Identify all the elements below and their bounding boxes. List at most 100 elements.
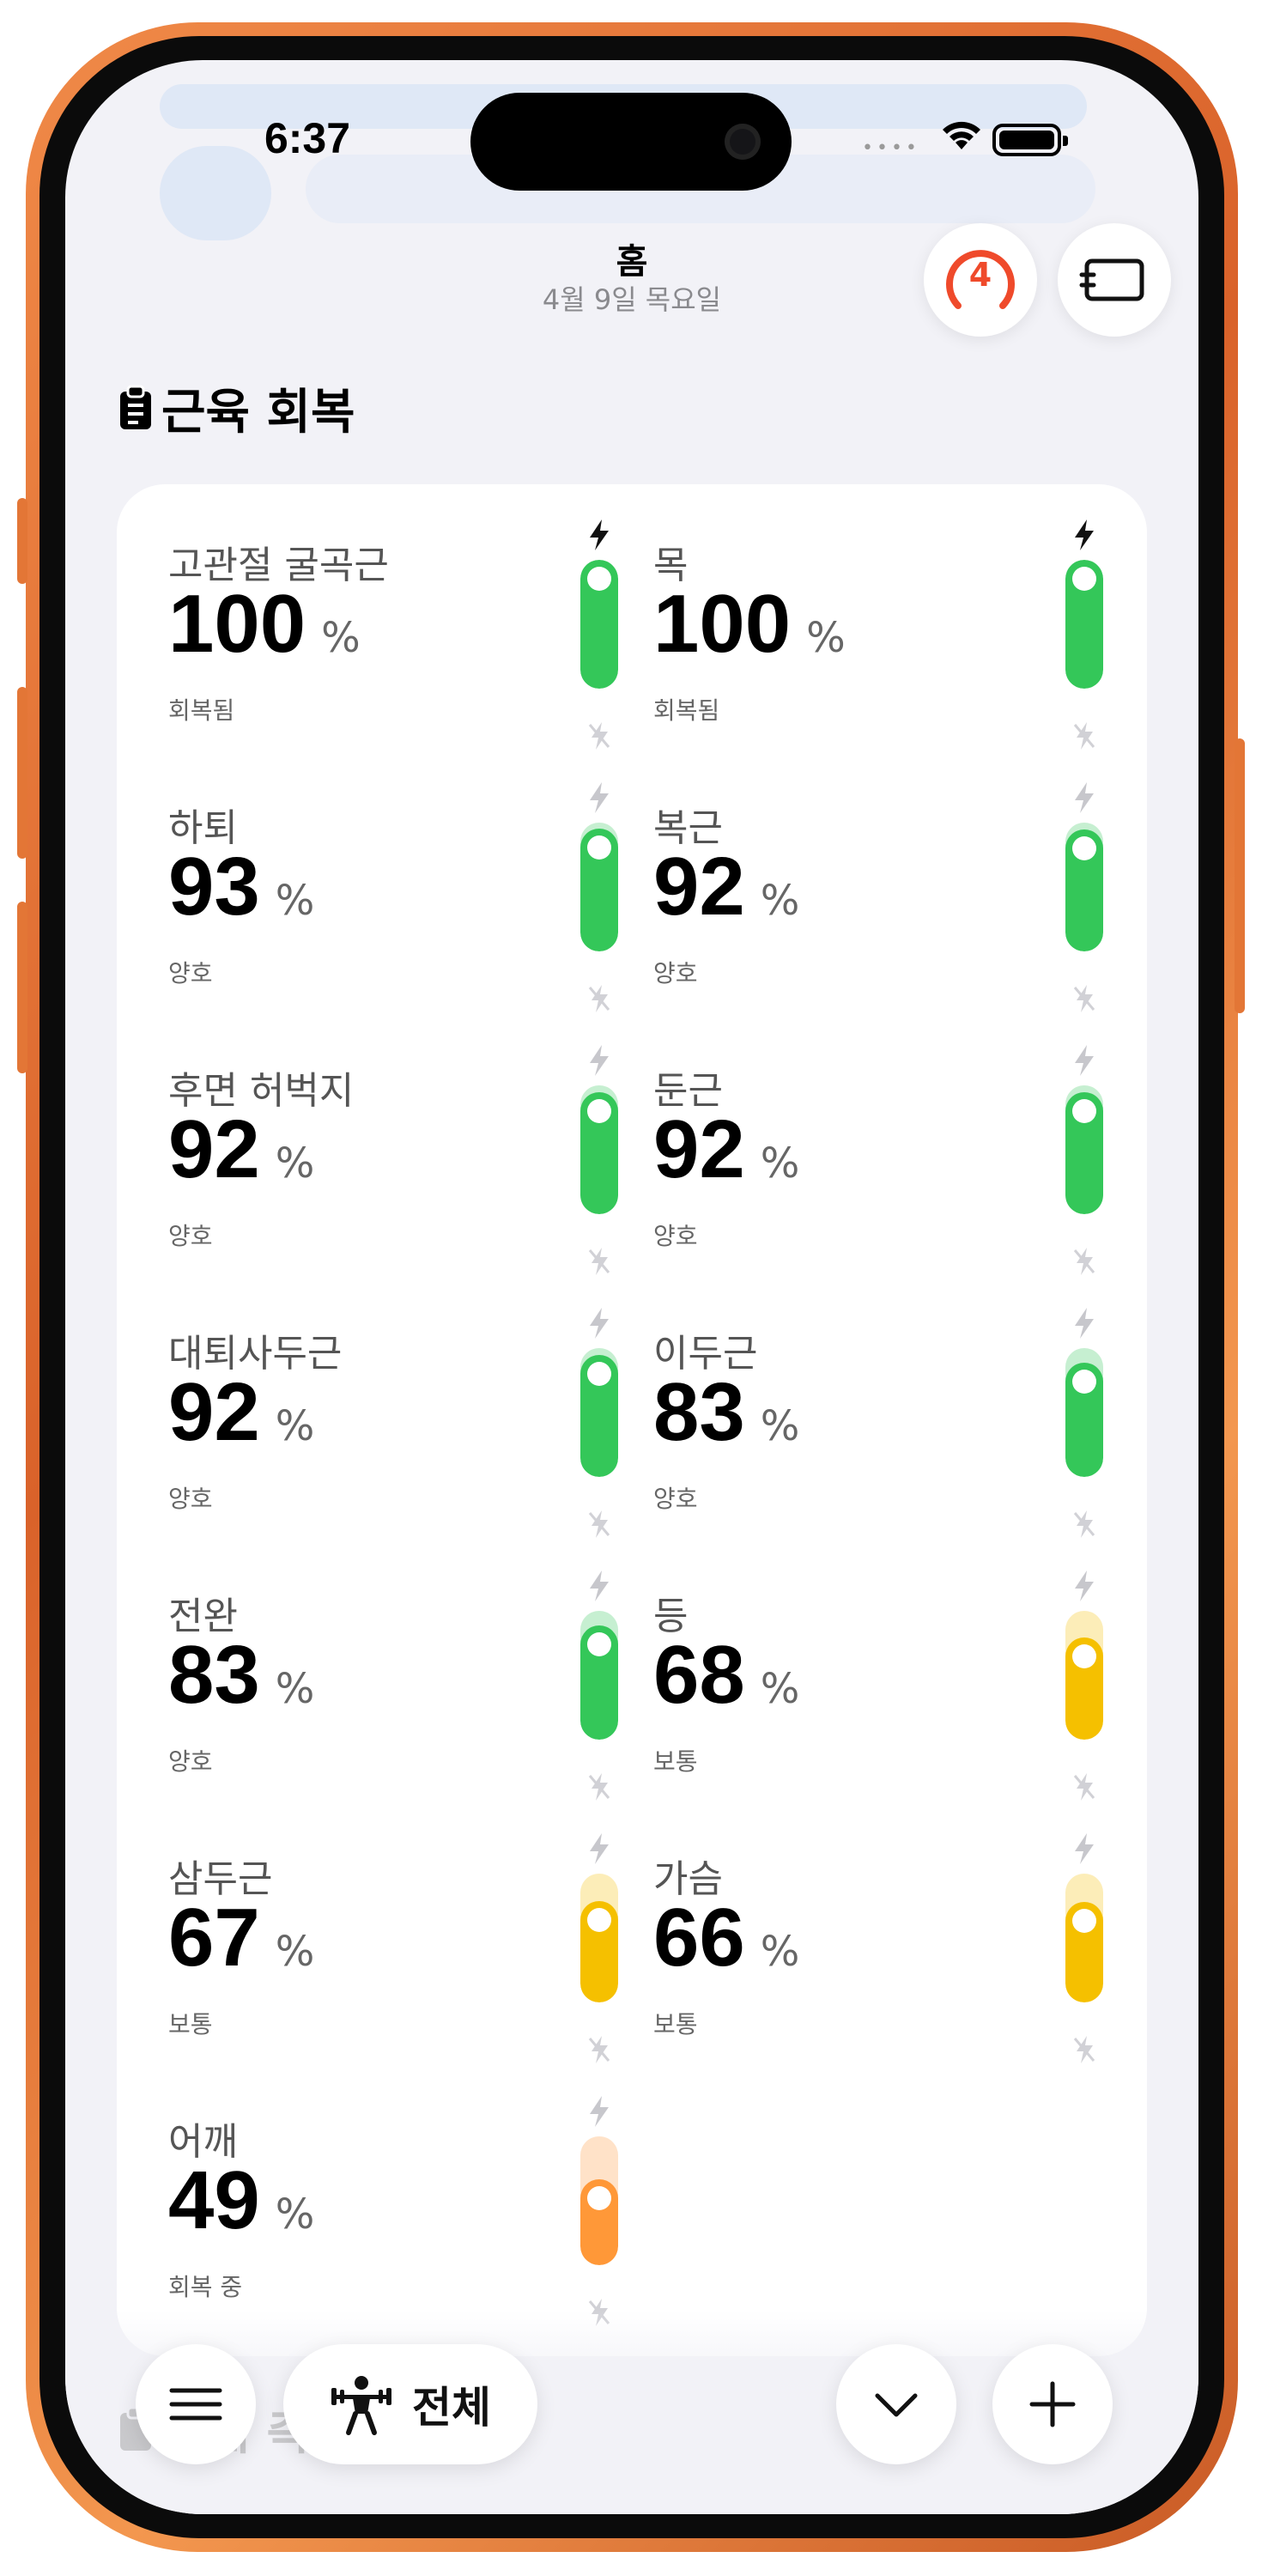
- recovery-bar: [580, 1298, 618, 1547]
- bolt-icon: [590, 519, 609, 550]
- bolt-slash-icon: [1073, 2036, 1095, 2063]
- recovery-status: 양호: [168, 1222, 213, 1250]
- recovery-percent: 49: [168, 2154, 260, 2246]
- action-button: [17, 498, 27, 584]
- bolt-icon: [590, 1833, 609, 1864]
- status-icons: ••••: [862, 113, 1137, 165]
- page-title: 홈: [616, 242, 648, 282]
- collapse-button[interactable]: [836, 2344, 956, 2464]
- percent-unit: %: [760, 877, 800, 925]
- recovery-percent: 92: [168, 1103, 260, 1195]
- recovery-bar: [1065, 1824, 1103, 2073]
- recovery-track: [580, 1085, 618, 1214]
- recovery-bar: [580, 1824, 618, 2073]
- layout-button[interactable]: [1058, 223, 1171, 337]
- muscle-value: 83%: [653, 1365, 799, 1460]
- filter-label: 전체: [412, 2383, 491, 2433]
- bolt-slash-icon: [1073, 722, 1095, 750]
- recovery-percent: 92: [653, 841, 745, 933]
- muscle-value: 100%: [168, 577, 361, 671]
- percent-unit: %: [275, 877, 315, 925]
- recovery-track: [1065, 1085, 1103, 1214]
- muscle-item[interactable]: 하퇴 93% 양호: [168, 773, 649, 1030]
- menu-button[interactable]: [136, 2344, 256, 2464]
- muscle-value: 49%: [168, 2154, 314, 2248]
- badge-count: 4: [968, 256, 992, 294]
- muscle-item[interactable]: 고관절 굴곡근 100% 회복됨: [168, 510, 649, 768]
- recovery-knob: [587, 567, 611, 591]
- bolt-icon: [1075, 1571, 1094, 1601]
- muscle-item[interactable]: 어깨 49% 회복 중: [168, 2087, 649, 2344]
- muscle-item[interactable]: 대퇴사두근 92% 양호: [168, 1298, 649, 1556]
- percent-unit: %: [275, 1139, 315, 1188]
- percent-unit: %: [321, 614, 361, 662]
- bolt-icon: [590, 2096, 609, 2127]
- recovery-percent: 67: [168, 1892, 260, 1984]
- bolt-slash-icon: [1073, 1773, 1095, 1801]
- muscle-item[interactable]: 가슴 66% 보통: [653, 1824, 1134, 2081]
- bolt-slash-icon: [588, 722, 610, 750]
- bolt-icon: [590, 1308, 609, 1339]
- muscle-item[interactable]: 둔근 92% 양호: [653, 1036, 1134, 1293]
- recovery-bar: [1065, 1298, 1103, 1547]
- muscle-value: 66%: [653, 1891, 799, 1985]
- bolt-icon: [1075, 1833, 1094, 1864]
- bolt-slash-icon: [1073, 1510, 1095, 1538]
- recovery-knob: [587, 1908, 611, 1932]
- muscle-item[interactable]: 삼두근 67% 보통: [168, 1824, 649, 2081]
- add-button[interactable]: [992, 2344, 1113, 2464]
- recovery-status: 회복됨: [168, 696, 235, 725]
- muscle-item[interactable]: 복근 92% 양호: [653, 773, 1134, 1030]
- recovery-knob: [1072, 567, 1096, 591]
- bolt-slash-icon: [588, 1248, 610, 1275]
- recovery-knob: [1072, 1370, 1096, 1394]
- muscle-item[interactable]: 목 100% 회복됨: [653, 510, 1134, 768]
- muscle-item[interactable]: 후면 허벅지 92% 양호: [168, 1036, 649, 1293]
- recovery-percent: 66: [653, 1892, 745, 1984]
- recovery-track: [580, 1348, 618, 1477]
- muscle-value: 67%: [168, 1891, 314, 1985]
- chevron-down-icon: [875, 2393, 918, 2417]
- bolt-slash-icon: [588, 985, 610, 1012]
- muscle-item[interactable]: 전완 83% 양호: [168, 1561, 649, 1819]
- recovery-percent: 100: [653, 578, 792, 670]
- bolt-icon: [590, 782, 609, 813]
- muscle-item[interactable]: 이두근 83% 양호: [653, 1298, 1134, 1556]
- recovery-knob: [587, 1099, 611, 1123]
- battery-icon: [992, 124, 1068, 156]
- recovery-status: 회복 중: [168, 2273, 243, 2301]
- layout-icon: [1079, 258, 1144, 301]
- recovery-track: [1065, 823, 1103, 951]
- muscle-recovery-card[interactable]: 고관절 굴곡근 100% 회복됨 목 100% 회복됨 하퇴 93% 양호 복근 92% 양호: [117, 484, 1147, 2356]
- muscle-value: 92%: [653, 1103, 799, 1197]
- weightlifter-icon: [331, 2376, 391, 2435]
- recovery-track: [580, 823, 618, 951]
- recovery-percent: 100: [168, 578, 306, 670]
- power-button: [1235, 738, 1245, 1013]
- recovery-knob: [587, 1632, 611, 1656]
- bolt-slash-icon: [588, 2036, 610, 2063]
- recovery-track: [1065, 1611, 1103, 1740]
- bolt-slash-icon: [588, 1510, 610, 1538]
- recovery-percent: 68: [653, 1629, 745, 1721]
- bolt-icon: [590, 1045, 609, 1076]
- bolt-icon: [1075, 1308, 1094, 1339]
- section-title-label: 근육 회복: [161, 384, 355, 440]
- recovery-status: 보통: [653, 2010, 698, 2038]
- volume-down-button: [17, 902, 27, 1073]
- recovery-track: [1065, 1348, 1103, 1477]
- muscle-value: 83%: [168, 1628, 314, 1722]
- muscle-item[interactable]: 등 68% 보통: [653, 1561, 1134, 1819]
- percent-unit: %: [760, 1402, 800, 1450]
- recovery-percent: 83: [168, 1629, 260, 1721]
- recovery-knob: [587, 2186, 611, 2210]
- muscle-value: 92%: [168, 1103, 314, 1197]
- bolt-icon: [1075, 1045, 1094, 1076]
- streak-badge-button[interactable]: 4: [924, 223, 1037, 337]
- bolt-icon: [1075, 782, 1094, 813]
- filter-all-button[interactable]: 전체: [283, 2344, 537, 2464]
- clipboard-icon: [120, 385, 151, 429]
- page-date: 4월 9일 목요일: [542, 283, 722, 316]
- recovery-percent: 93: [168, 841, 260, 933]
- screen: 6:37 •••• 홈 4월 9일 목요일 4 근육 회복 고관절 굴곡근 10…: [65, 60, 1198, 2514]
